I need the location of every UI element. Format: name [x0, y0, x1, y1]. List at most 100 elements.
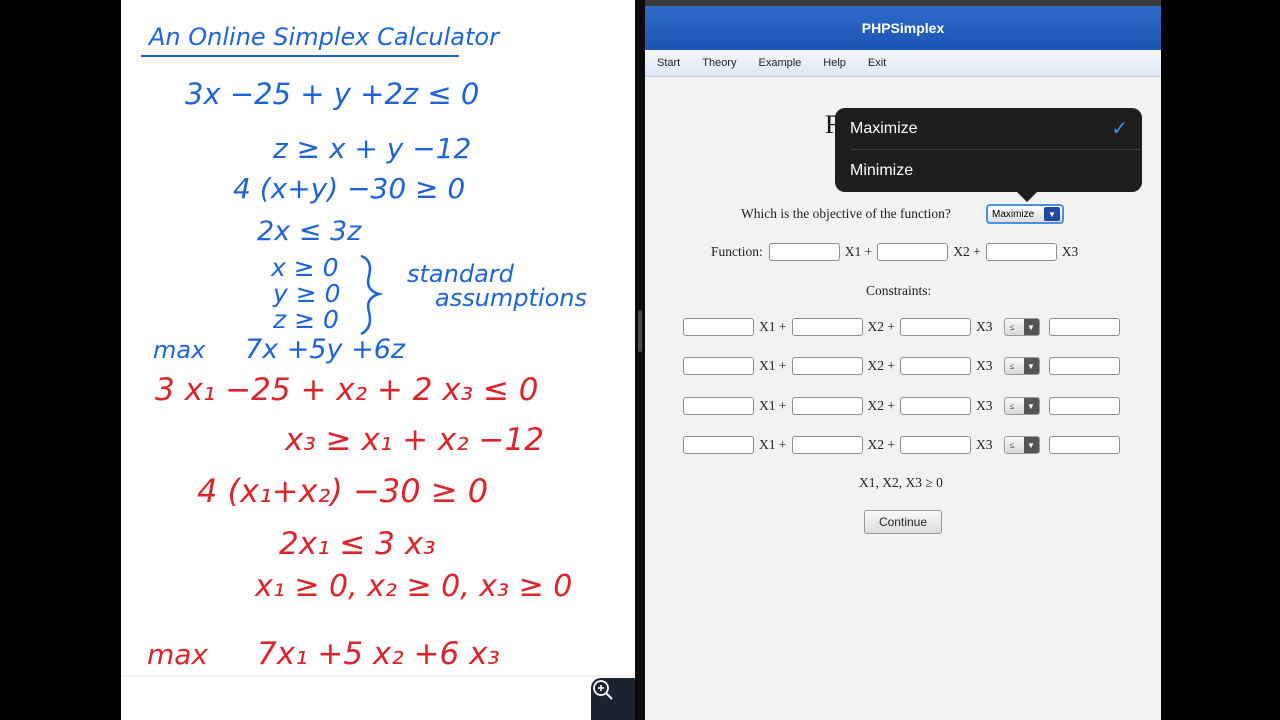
right-border [1161, 0, 1280, 720]
dropdown-arrow-icon: ▼ [1023, 358, 1039, 374]
var-label-x2: X2 + [867, 319, 896, 334]
var-label-x2: X2 + [867, 358, 896, 373]
sign-value: ≤ [1009, 440, 1015, 450]
blue-line-7: z ≥ 0 [272, 305, 339, 334]
constraint-4-rhs-input[interactable] [1048, 436, 1120, 454]
blue-line-6: y ≥ 0 [272, 279, 341, 308]
var-label-x3: X3 [976, 398, 993, 413]
constraint-1-sign-select[interactable]: ≤ ▼ [1003, 318, 1040, 336]
constraint-2-sign-select[interactable]: ≤ ▼ [1003, 357, 1040, 375]
zoom-in-icon [593, 680, 613, 700]
constraint-3-rhs-input[interactable] [1048, 397, 1120, 415]
function-coef-x3-input[interactable] [985, 243, 1057, 261]
handwritten-notes-pane: An Online Simplex Calculator 3x −25 + y … [121, 0, 635, 720]
constraint-2-x3-input[interactable] [900, 357, 971, 375]
constraint-4-x2-input[interactable] [791, 436, 863, 454]
constraint-2-x2-input[interactable] [791, 357, 863, 375]
dropdown-arrow-icon: ▼ [1023, 437, 1039, 453]
option-maximize-label: Maximize [850, 120, 918, 137]
constraint-row: X1 + X2 + X3 ≤ ▼ [683, 436, 1120, 454]
constraint-2-x1-input[interactable] [683, 357, 754, 375]
sign-value: ≤ [1009, 322, 1015, 332]
blue-line-10: max [153, 336, 206, 364]
objective-select[interactable]: Maximize ▼ [986, 204, 1064, 224]
continue-button[interactable]: Continue [864, 510, 942, 534]
objective-dropdown-popup: Maximize ✓ Minimize [835, 108, 1142, 202]
blue-line-11: 7x +5y +6z [245, 334, 406, 365]
var-label-x1: X1 + [844, 244, 873, 259]
constraint-4-x3-input[interactable] [900, 436, 971, 454]
function-label: Function: [711, 244, 763, 259]
constraint-3-sign-select[interactable]: ≤ ▼ [1003, 397, 1040, 415]
var-label-x2: X2 + [953, 244, 981, 259]
red-line-7: 7x₁ +5 x₂ +6 x₃ [257, 636, 500, 672]
var-label-x3: X3 [976, 437, 993, 452]
constraint-1-x1-input[interactable] [683, 318, 754, 336]
curly-brace [360, 254, 384, 336]
split-view-divider[interactable] [635, 0, 645, 720]
constraint-4-sign-select[interactable]: ≤ ▼ [1003, 436, 1040, 454]
popup-pointer [1017, 192, 1037, 202]
var-label-x3: X3 [976, 319, 993, 334]
red-line-2: x₃ ≥ x₁ + x₂ −12 [284, 422, 544, 458]
constraint-4-x1-input[interactable] [683, 436, 754, 454]
function-row: Function: X1 + X2 + X3 [711, 243, 1083, 261]
blue-line-5: x ≥ 0 [270, 253, 339, 282]
var-label-x1: X1 + [759, 319, 787, 334]
function-coef-x1-input[interactable] [768, 243, 840, 261]
dropdown-arrow-icon: ▼ [1023, 319, 1039, 335]
menu-theory[interactable]: Theory [702, 57, 736, 69]
constraints-label: Constraints: [866, 283, 932, 298]
blue-line-3: 4 (x+y) −30 ≥ 0 [233, 172, 465, 205]
zoom-button[interactable] [591, 678, 635, 720]
app-title: PHPSimplex [861, 20, 945, 36]
function-coef-x2-input[interactable] [877, 243, 949, 261]
constraint-3-x3-input[interactable] [900, 397, 971, 415]
var-label-x1: X1 + [759, 358, 787, 373]
menu-start[interactable]: Start [657, 57, 680, 69]
red-line-5: x₁ ≥ 0, x₂ ≥ 0, x₃ ≥ 0 [254, 569, 572, 604]
divider-handle[interactable] [638, 310, 642, 352]
notes-canvas: An Online Simplex Calculator 3x −25 + y … [121, 23, 635, 677]
menu-bar: Start Theory Example Help Exit [645, 50, 1161, 77]
var-label-x2: X2 + [867, 437, 896, 452]
constraint-row: X1 + X2 + X3 ≤ ▼ [683, 397, 1120, 415]
menu-help[interactable]: Help [823, 57, 846, 69]
sign-value: ≤ [1009, 361, 1015, 371]
menu-example[interactable]: Example [758, 57, 801, 69]
blue-line-1: 3x −25 + y +2z ≤ 0 [185, 77, 479, 111]
option-minimize-label: Minimize [850, 162, 914, 179]
sign-value: ≤ [1009, 401, 1015, 411]
option-maximize[interactable]: Maximize ✓ [835, 108, 1142, 150]
var-label-x3: X3 [1061, 244, 1079, 259]
objective-select-value: Maximize [992, 208, 1035, 220]
red-line-3: 4 (x₁+x₂) −30 ≥ 0 [197, 472, 488, 510]
red-line-4: 2x₁ ≤ 3 x₃ [279, 526, 436, 562]
constraint-row: X1 + X2 + X3 ≤ ▼ [683, 357, 1120, 375]
menu-exit[interactable]: Exit [868, 57, 886, 69]
option-minimize[interactable]: Minimize [835, 150, 1142, 192]
phpsimplex-app: PHPSimplex Start Theory Example Help Exi… [645, 0, 1161, 720]
constraint-1-x2-input[interactable] [791, 318, 863, 336]
blue-line-2: z ≥ x + y −12 [272, 132, 471, 165]
nonnegativity-note: X1, X2, X3 ≥ 0 [859, 475, 943, 490]
constraint-3-x2-input[interactable] [791, 397, 863, 415]
var-label-x3: X3 [976, 358, 993, 373]
left-border [0, 0, 121, 720]
red-line-6: max [147, 638, 208, 671]
constraint-1-x3-input[interactable] [900, 318, 971, 336]
var-label-x1: X1 + [759, 437, 787, 452]
dropdown-arrow-icon: ▼ [1044, 207, 1060, 221]
dropdown-arrow-icon: ▼ [1023, 398, 1039, 414]
var-label-x1: X1 + [759, 398, 787, 413]
constraint-2-rhs-input[interactable] [1048, 357, 1120, 375]
constraint-3-x1-input[interactable] [683, 397, 754, 415]
notes-title: An Online Simplex Calculator [147, 23, 501, 51]
constraint-row: X1 + X2 + X3 ≤ ▼ [683, 318, 1120, 336]
checkmark-icon: ✓ [1111, 118, 1128, 140]
app-title-bar: PHPSimplex [645, 6, 1161, 50]
var-label-x2: X2 + [867, 398, 896, 413]
constraint-1-rhs-input[interactable] [1048, 318, 1120, 336]
red-line-1: 3 x₁ −25 + x₂ + 2 x₃ ≤ 0 [155, 372, 539, 408]
blue-line-9: assumptions [435, 284, 587, 312]
